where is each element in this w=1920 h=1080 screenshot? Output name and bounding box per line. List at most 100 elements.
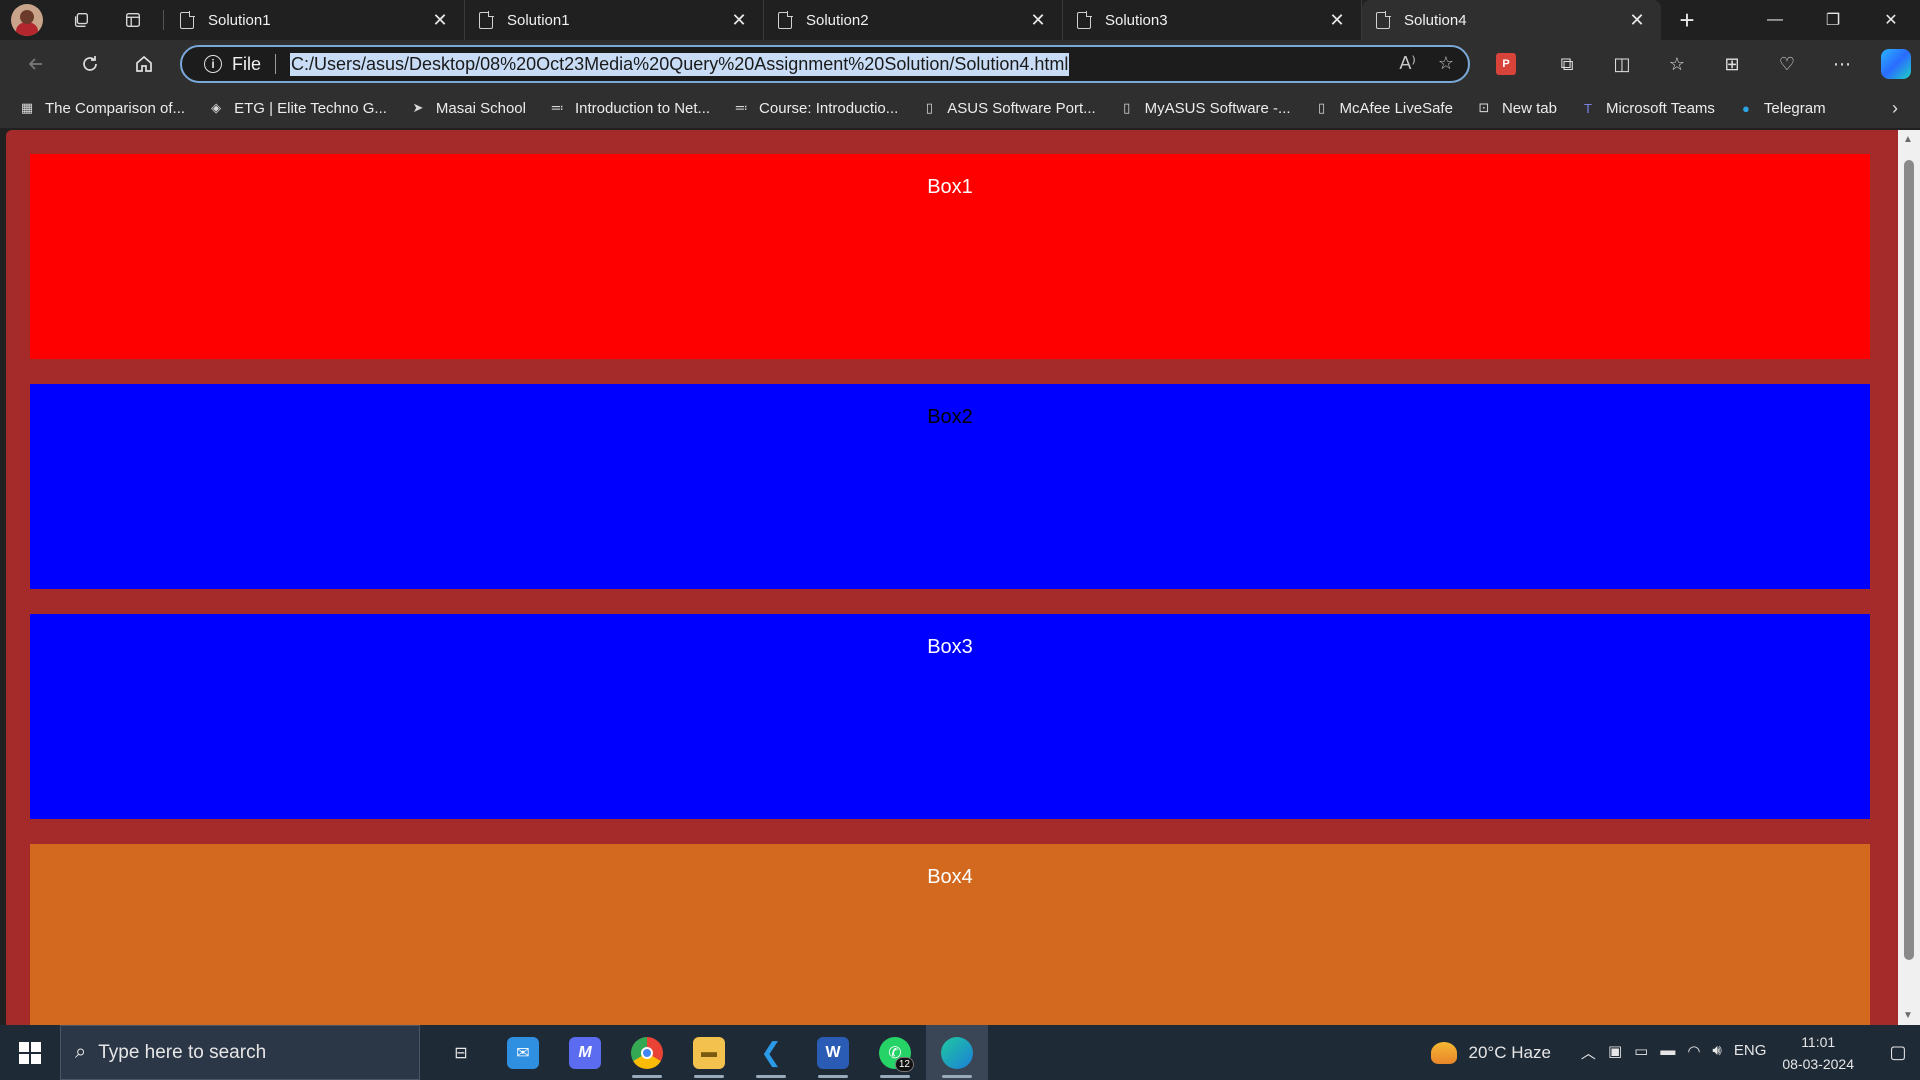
bookmark-comparison[interactable]: ▦ The Comparison of... bbox=[18, 99, 185, 117]
tab-solution4[interactable]: Solution4 ✕ bbox=[1362, 0, 1661, 40]
bookmarks-bar: ▦ The Comparison of... ◈ ETG | Elite Techn… bbox=[0, 88, 1920, 128]
box-4: Box4 bbox=[30, 844, 1870, 1025]
address-bar[interactable]: i File C:/Users/asus/Desktop/08%20Oct23M… bbox=[180, 45, 1470, 83]
tab-solution1-second[interactable]: Solution1 ✕ bbox=[465, 0, 764, 40]
close-tab-icon[interactable]: ✕ bbox=[1028, 10, 1048, 31]
clock[interactable]: 11:01 08-03-2024 bbox=[1782, 1031, 1854, 1075]
restore-button[interactable]: ❐ bbox=[1804, 0, 1862, 40]
home-button[interactable] bbox=[126, 46, 162, 82]
task-view-icon[interactable]: ⊟ bbox=[430, 1025, 492, 1080]
clock-date: 08-03-2024 bbox=[1782, 1055, 1854, 1072]
page-viewport: Box1 Box2 Box3 Box4 bbox=[6, 130, 1898, 1025]
split-screen-icon[interactable]: ◫ bbox=[1606, 48, 1638, 80]
whatsapp-icon[interactable]: ✆ 12 bbox=[864, 1025, 926, 1080]
close-tab-icon[interactable]: ✕ bbox=[1327, 10, 1347, 31]
language-indicator[interactable]: ENG bbox=[1734, 1042, 1767, 1063]
visual-studio-icon[interactable]: M bbox=[554, 1025, 616, 1080]
favorites-icon[interactable]: ☆ bbox=[1661, 48, 1693, 80]
volume-icon[interactable]: 🔊︎ bbox=[1712, 1042, 1721, 1063]
tab-solution2[interactable]: Solution2 ✕ bbox=[764, 0, 1063, 40]
minimize-button[interactable]: — bbox=[1746, 0, 1804, 40]
profile-avatar[interactable] bbox=[11, 4, 43, 36]
favorite-star-icon[interactable]: ☆ bbox=[1438, 53, 1454, 74]
refresh-button[interactable] bbox=[72, 46, 108, 82]
box-label: Box2 bbox=[927, 406, 973, 428]
file-explorer-icon[interactable]: ▬ bbox=[678, 1025, 740, 1080]
bookmark-masai[interactable]: ➤ Masai School bbox=[409, 99, 526, 117]
running-indicator bbox=[880, 1075, 910, 1078]
vscode-icon[interactable]: ❮ bbox=[740, 1025, 802, 1080]
start-button[interactable] bbox=[0, 1025, 60, 1080]
meet-icon[interactable]: ▣ bbox=[1608, 1042, 1622, 1063]
edge-icon[interactable] bbox=[926, 1025, 988, 1080]
read-aloud-icon[interactable]: A⁾ bbox=[1399, 53, 1415, 74]
word-icon[interactable]: W bbox=[802, 1025, 864, 1080]
notification-badge: 12 bbox=[894, 1057, 914, 1072]
teams-icon: T bbox=[1584, 100, 1592, 116]
taskbar-search[interactable]: ⌕ Type here to search bbox=[60, 1025, 420, 1080]
vertical-tabs-icon[interactable] bbox=[119, 6, 147, 34]
tab-solution1[interactable]: Solution1 ✕ bbox=[166, 0, 465, 40]
extensions-icon[interactable]: ⧉ bbox=[1551, 48, 1583, 80]
box-1: Box1 bbox=[30, 154, 1870, 359]
more-menu-icon[interactable]: ⋯ bbox=[1826, 48, 1858, 80]
box-label: Box4 bbox=[927, 866, 973, 888]
close-tab-icon[interactable]: ✕ bbox=[729, 10, 749, 31]
tray-icons: ︿ ▣ ▭ ▬ ◠ 🔊︎ ENG bbox=[1581, 1042, 1766, 1063]
page-icon bbox=[1077, 10, 1092, 29]
copilot-icon[interactable] bbox=[1881, 49, 1911, 79]
page-icon bbox=[479, 10, 494, 29]
display-icon[interactable]: ▭ bbox=[1634, 1042, 1648, 1063]
chevron-right-icon[interactable]: › bbox=[1892, 98, 1898, 119]
browser-essentials-icon[interactable]: ♡ bbox=[1771, 48, 1803, 80]
bookmark-etg[interactable]: ◈ ETG | Elite Techno G... bbox=[207, 99, 387, 117]
scroll-up-icon[interactable]: ▲ bbox=[1903, 134, 1913, 145]
back-button[interactable] bbox=[18, 46, 54, 82]
bookmark-mcafee[interactable]: ▯ McAfee LiveSafe bbox=[1313, 99, 1453, 117]
battery-icon[interactable]: ▬ bbox=[1660, 1042, 1675, 1063]
tab-solution3[interactable]: Solution3 ✕ bbox=[1063, 0, 1362, 40]
bookmark-label: Course: Introductio... bbox=[759, 99, 899, 117]
bookmark-new-tab[interactable]: ⊡ New tab bbox=[1475, 99, 1557, 117]
bookmark-asus-portal[interactable]: ▯ ASUS Software Port... bbox=[920, 99, 1096, 117]
url-text[interactable]: C:/Users/asus/Desktop/08%20Oct23Media%20… bbox=[290, 52, 1070, 76]
workspaces-icon[interactable] bbox=[67, 6, 95, 34]
wifi-icon[interactable]: ◠ bbox=[1687, 1042, 1700, 1063]
notification-center-icon[interactable]: ▢ bbox=[1876, 1042, 1920, 1063]
bookmark-telegram[interactable]: ● Telegram bbox=[1737, 99, 1826, 117]
weather-widget[interactable]: 20°C Haze bbox=[1430, 1041, 1551, 1064]
scheme-label: File bbox=[232, 53, 262, 74]
collections-icon[interactable]: ⊞ bbox=[1716, 48, 1748, 80]
vertical-scrollbar[interactable]: ▲ ▼ bbox=[1898, 130, 1920, 1025]
bookmark-teams[interactable]: T Microsoft Teams bbox=[1579, 99, 1715, 117]
course-icon: ≕ bbox=[734, 100, 748, 115]
bookmark-course-intro[interactable]: ≕ Course: Introductio... bbox=[732, 99, 899, 117]
new-tab-button[interactable]: + bbox=[1667, 0, 1707, 40]
page-icon: ▯ bbox=[925, 100, 933, 115]
bookmark-label: McAfee LiveSafe bbox=[1339, 99, 1453, 117]
bookmark-label: New tab bbox=[1501, 99, 1557, 117]
bookmark-myasus[interactable]: ▯ MyASUS Software -... bbox=[1118, 99, 1290, 117]
taskbar: ⌕ Type here to search ⊟ ✉ M ▬ ❮ W ✆ 12 20… bbox=[0, 1025, 1920, 1080]
mail-icon[interactable]: ✉ bbox=[492, 1025, 554, 1080]
course-icon: ≕ bbox=[550, 100, 564, 115]
box-2: Box2 bbox=[30, 384, 1870, 589]
weather-text: 20°C Haze bbox=[1468, 1042, 1551, 1062]
telegram-icon: ● bbox=[1741, 100, 1750, 116]
scroll-thumb[interactable] bbox=[1904, 160, 1914, 960]
close-tab-icon[interactable]: ✕ bbox=[1627, 10, 1647, 31]
pdf-extension-icon[interactable]: P bbox=[1496, 53, 1516, 75]
bookmark-intro-net[interactable]: ≕ Introduction to Net... bbox=[548, 99, 710, 117]
scroll-down-icon[interactable]: ▼ bbox=[1903, 1010, 1913, 1021]
etg-icon: ◈ bbox=[211, 100, 222, 115]
windows-icon bbox=[19, 1041, 41, 1064]
chrome-icon[interactable] bbox=[616, 1025, 678, 1080]
chevron-up-icon[interactable]: ︿ bbox=[1581, 1042, 1596, 1063]
bookmark-label: ETG | Elite Techno G... bbox=[234, 99, 387, 117]
close-window-button[interactable]: ✕ bbox=[1862, 0, 1920, 40]
running-indicator bbox=[818, 1075, 848, 1078]
running-indicator bbox=[632, 1075, 662, 1078]
navigation-bar: i File C:/Users/asus/Desktop/08%20Oct23M… bbox=[0, 40, 1920, 88]
site-info-icon[interactable]: i bbox=[204, 55, 222, 73]
close-tab-icon[interactable]: ✕ bbox=[430, 10, 450, 31]
